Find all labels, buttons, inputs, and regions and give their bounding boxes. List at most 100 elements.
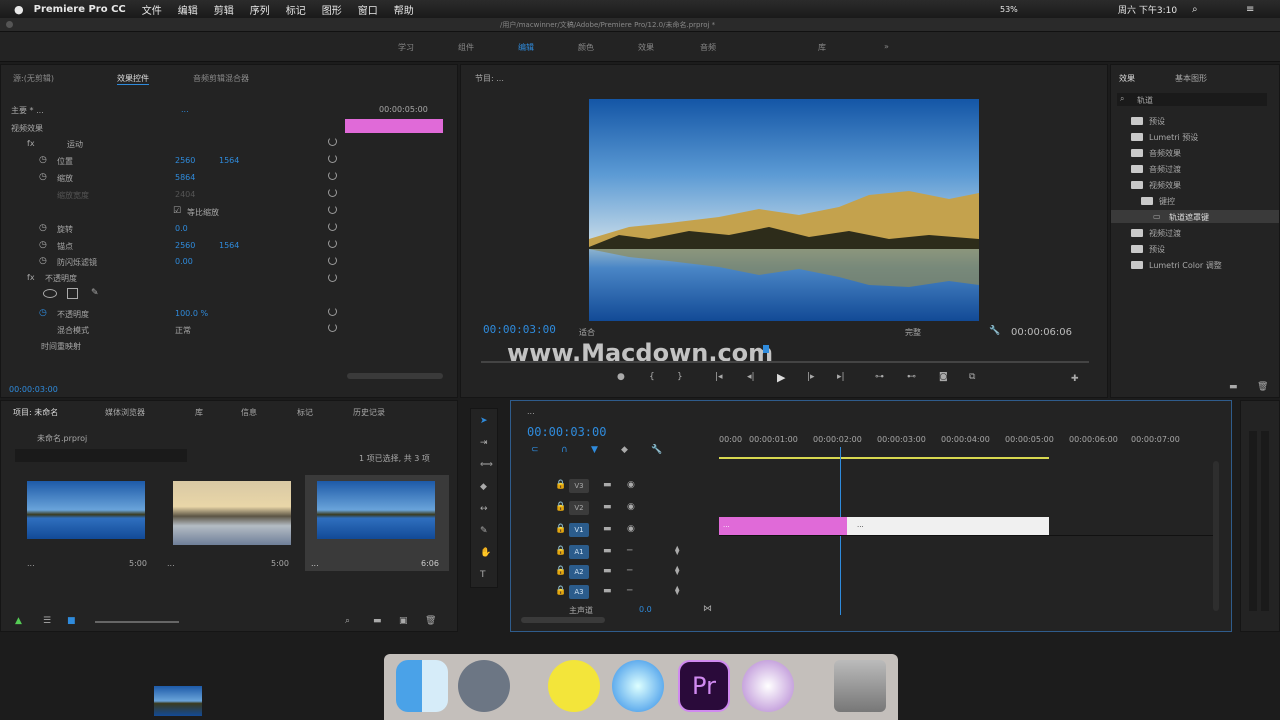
effects-item[interactable]: 预设 — [1149, 244, 1165, 255]
reset-icon[interactable] — [328, 222, 337, 231]
toggle-output-icon[interactable]: ▬ — [603, 547, 612, 556]
mark-in-icon[interactable]: { — [649, 373, 655, 382]
flicker-value[interactable]: 0.00 — [175, 257, 193, 266]
ec-mini-clip[interactable] — [345, 119, 443, 133]
selection-tool-icon[interactable]: ➤ — [480, 417, 488, 426]
track-label[interactable]: V2 — [569, 501, 589, 515]
fx-toggle-icon[interactable]: fx — [27, 273, 35, 282]
trash-icon[interactable] — [834, 660, 886, 712]
go-to-out-icon[interactable]: ▸| — [837, 373, 845, 382]
reset-icon[interactable] — [328, 239, 337, 248]
razor-tool-icon[interactable]: ◆ — [480, 483, 487, 492]
pen-tool-icon[interactable]: ✎ — [480, 527, 488, 536]
master-clip-label[interactable]: 主要 * ... — [11, 105, 44, 116]
mark-out-icon[interactable]: } — [677, 373, 683, 382]
new-item-icon[interactable]: ▣ — [399, 617, 408, 626]
lock-icon[interactable]: 🔒 — [555, 547, 566, 556]
list-view-icon[interactable]: ☰ — [43, 617, 51, 626]
mute-icon[interactable]: ─ — [627, 547, 632, 556]
linked-selection-icon[interactable]: ∩ — [561, 446, 568, 455]
timeline-timecode[interactable]: 00:00:03:00 — [527, 425, 606, 439]
scale-value[interactable]: 5864 — [175, 173, 195, 182]
workspace-learning[interactable]: 学习 — [398, 42, 414, 53]
delete-icon[interactable]: 🗑 — [425, 617, 436, 626]
add-marker-icon[interactable]: ▼ — [591, 446, 598, 455]
anchor-x[interactable]: 2560 — [175, 241, 195, 250]
ellipse-mask-icon[interactable] — [43, 289, 57, 298]
safari-icon[interactable] — [612, 660, 664, 712]
work-area-bar[interactable] — [719, 457, 1049, 459]
tab-info[interactable]: 信息 — [241, 407, 257, 418]
track-label[interactable]: A1 — [569, 545, 589, 559]
search-icon[interactable]: ⌕ — [345, 617, 350, 626]
hand-tool-icon[interactable]: ✋ — [480, 549, 491, 558]
effects-item[interactable]: Lumetri Color 调整 — [1149, 260, 1222, 271]
reset-icon[interactable] — [328, 171, 337, 180]
camera-icon[interactable]: ◙ — [939, 373, 948, 382]
reset-icon[interactable] — [328, 154, 337, 163]
track-label[interactable]: A3 — [569, 585, 589, 599]
menu-sequence[interactable]: 序列 — [250, 2, 270, 17]
sequence-clip-label[interactable]: ... — [181, 105, 189, 114]
mic-icon[interactable]: ⧫ — [675, 567, 679, 576]
search-icon[interactable]: ⌕ — [1192, 4, 1198, 15]
master-volume[interactable]: 0.0 — [639, 605, 652, 614]
position-y[interactable]: 1564 — [219, 156, 239, 165]
eye-icon[interactable]: ◉ — [627, 481, 635, 490]
v1-clip-pink[interactable]: ... — [719, 517, 847, 535]
track-select-tool-icon[interactable]: ⇥ — [480, 439, 488, 448]
vertical-scrollbar[interactable] — [1213, 461, 1219, 611]
effects-item[interactable]: 预设 — [1149, 116, 1165, 127]
desktop-file-icon[interactable] — [154, 686, 202, 716]
toggle-output-icon[interactable]: ▬ — [603, 567, 612, 576]
v1-clip-white[interactable]: ... — [847, 517, 1049, 535]
effects-item[interactable]: 视频过渡 — [1149, 228, 1181, 239]
delete-icon[interactable]: 🗑 — [1257, 383, 1268, 392]
workspace-audio[interactable]: 音频 — [700, 42, 716, 53]
mic-icon[interactable]: ⧫ — [675, 547, 679, 556]
lock-icon[interactable]: ▲ — [15, 617, 22, 626]
anchor-y[interactable]: 1564 — [219, 241, 239, 250]
eye-icon[interactable]: ◉ — [627, 525, 635, 534]
window-close-button[interactable] — [6, 21, 13, 28]
workspace-editing[interactable]: 编辑 — [518, 42, 534, 53]
apple-icon[interactable]: ● — [14, 3, 24, 16]
menu-file[interactable]: 文件 — [142, 2, 162, 17]
tab-markers[interactable]: 标记 — [297, 407, 313, 418]
app-menu[interactable]: Premiere Pro CC — [34, 4, 126, 15]
workspace-effects[interactable]: 效果 — [638, 42, 654, 53]
settings-wrench-icon[interactable]: 🔧 — [989, 327, 1000, 336]
stopwatch-icon[interactable]: ◷ — [39, 173, 47, 182]
effects-item-selected[interactable]: 轨道遮罩键 — [1169, 212, 1209, 223]
pen-mask-icon[interactable]: ✎ — [91, 289, 99, 298]
menu-window[interactable]: 窗口 — [358, 2, 378, 17]
reset-icon[interactable] — [328, 205, 337, 214]
workspace-color[interactable]: 颜色 — [578, 42, 594, 53]
add-button-icon[interactable]: ✚ — [1071, 375, 1079, 384]
timeline-scrollbar[interactable] — [521, 617, 605, 623]
lock-icon[interactable]: 🔒 — [555, 503, 566, 512]
rotation-value[interactable]: 0.0 — [175, 224, 188, 233]
monitor-scrubber[interactable] — [481, 361, 1089, 363]
effects-item[interactable]: 音频效果 — [1149, 148, 1181, 159]
add-marker-icon[interactable]: ● — [617, 373, 625, 382]
blend-mode-select[interactable]: 正常 — [175, 325, 191, 336]
project-search[interactable] — [15, 449, 187, 462]
insert-icon[interactable]: ⊶ — [875, 373, 884, 382]
track-label[interactable]: V1 — [569, 523, 589, 537]
menu-edit[interactable]: 编辑 — [178, 2, 198, 17]
reset-icon[interactable] — [328, 137, 337, 146]
menu-help[interactable]: 帮助 — [394, 2, 414, 17]
track-label[interactable]: A2 — [569, 565, 589, 579]
photo-editor-icon[interactable] — [742, 660, 794, 712]
play-icon[interactable]: ▶ — [777, 372, 785, 383]
overwrite-icon[interactable]: ⊷ — [907, 373, 916, 382]
tab-media-browser[interactable]: 媒体浏览器 — [105, 407, 145, 418]
fit-select[interactable]: 适合 — [579, 327, 595, 338]
tab-effects[interactable]: 效果 — [1119, 73, 1135, 84]
stopwatch-icon[interactable]: ◷ — [39, 224, 47, 233]
mute-icon[interactable]: ─ — [627, 567, 632, 576]
clock[interactable]: 周六 下午3:10 — [1118, 3, 1177, 16]
icon-view-icon[interactable]: ■ — [67, 617, 76, 626]
menu-clip[interactable]: 剪辑 — [214, 2, 234, 17]
